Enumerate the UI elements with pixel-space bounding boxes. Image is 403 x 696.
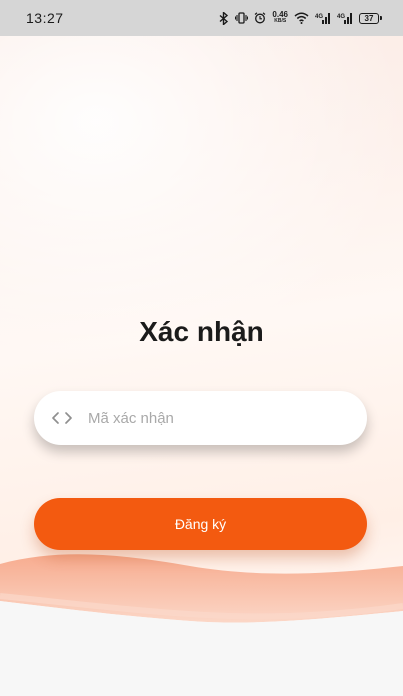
net-speed-indicator: 0.46 KB/S — [272, 11, 288, 25]
net-speed-unit: KB/S — [274, 18, 287, 24]
alarm-icon — [254, 12, 266, 24]
battery-level: 37 — [364, 13, 374, 23]
signal-icon: 4G — [337, 12, 353, 24]
register-button[interactable]: Đăng ký — [34, 498, 367, 550]
signal-label-1: 4G — [315, 14, 323, 20]
status-time: 13:27 — [26, 10, 64, 26]
signal-label-2: 4G — [337, 14, 345, 20]
status-icons: 0.46 KB/S 4G 4G 37 — [219, 11, 382, 25]
page-title: Xác nhận — [139, 316, 264, 347]
code-brackets-icon — [50, 406, 74, 430]
vibrate-icon — [235, 12, 249, 24]
wifi-icon — [294, 12, 309, 24]
decorative-wave — [0, 554, 403, 696]
status-bar: 13:27 0.46 KB/S 4G 4G 37 — [0, 0, 403, 36]
verification-screen: Xác nhận Đăng ký — [0, 36, 403, 696]
battery-icon: 37 — [359, 12, 382, 24]
signal-icon: 4G — [315, 12, 331, 24]
code-field[interactable] — [34, 391, 367, 445]
net-speed-value: 0.46 — [272, 10, 288, 19]
bluetooth-icon — [219, 11, 229, 25]
code-input[interactable] — [86, 408, 340, 428]
